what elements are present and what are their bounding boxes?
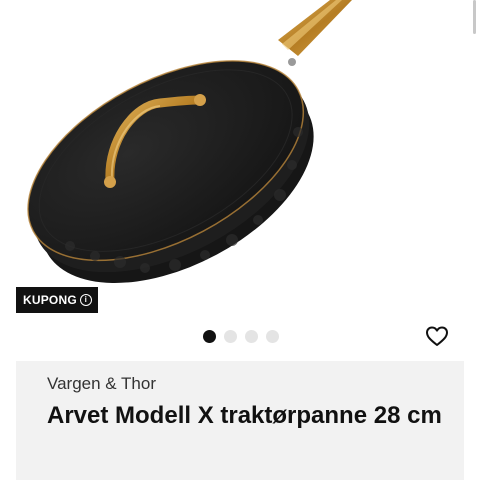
carousel-dot[interactable]	[245, 330, 258, 343]
product-title: Arvet Modell X traktørpanne 28 cm	[47, 402, 442, 429]
coupon-badge[interactable]: KUPONG i	[16, 287, 98, 313]
heart-outline-icon	[426, 326, 448, 346]
info-icon[interactable]: i	[79, 294, 92, 306]
favorite-button[interactable]	[424, 323, 450, 349]
product-image[interactable]: KUPONG i	[0, 0, 480, 320]
coupon-label: KUPONG	[23, 293, 77, 307]
pan-illustration	[27, 0, 352, 284]
product-info-card: Vargen & Thor Arvet Modell X traktørpann…	[16, 361, 464, 480]
product-brand[interactable]: Vargen & Thor	[47, 374, 156, 394]
scrollbar[interactable]	[473, 0, 476, 34]
carousel-dot[interactable]	[224, 330, 237, 343]
carousel-dot[interactable]	[203, 330, 216, 343]
carousel-dot[interactable]	[266, 330, 279, 343]
carousel-indicator	[203, 330, 279, 343]
